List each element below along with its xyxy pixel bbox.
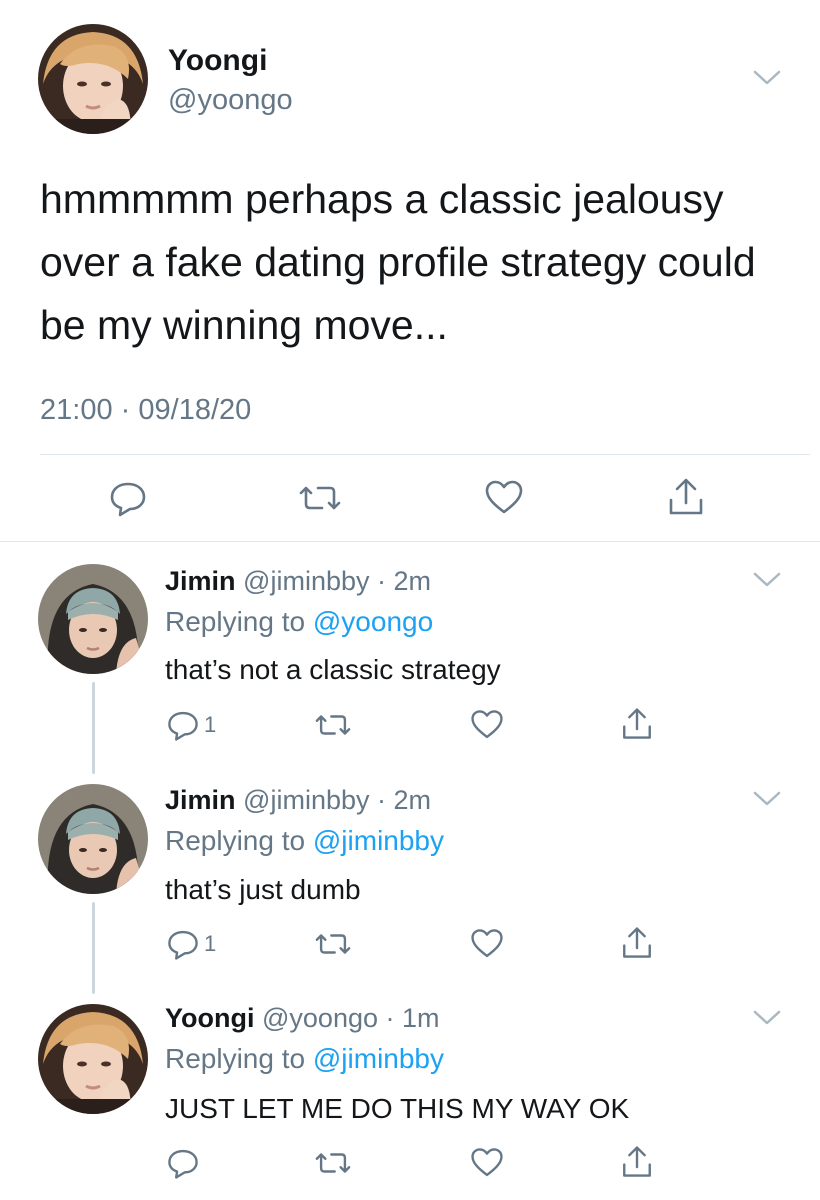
- separator: ·: [120, 394, 131, 426]
- like-icon: [470, 708, 504, 742]
- username[interactable]: @yoongo: [262, 1003, 378, 1033]
- separator: ·: [377, 785, 387, 815]
- mention-link[interactable]: @jiminbby: [313, 825, 444, 856]
- like-icon: [484, 478, 524, 518]
- divider: [40, 454, 810, 455]
- display-name[interactable]: Jimin: [165, 566, 236, 596]
- share-button[interactable]: [620, 706, 654, 742]
- display-name[interactable]: Yoongi: [165, 1003, 254, 1033]
- share-icon: [620, 706, 654, 742]
- replying-to: Replying to @yoongo: [165, 606, 433, 638]
- replying-label: Replying to: [165, 1043, 306, 1074]
- username[interactable]: @jiminbby: [243, 566, 369, 596]
- reply-icon: [166, 708, 200, 742]
- reply-text: JUST LET ME DO THIS MY WAY OK: [165, 1093, 630, 1124]
- replying-to: Replying to @jiminbby: [165, 1043, 444, 1075]
- share-button[interactable]: [666, 476, 706, 518]
- replying-label: Replying to: [165, 825, 306, 856]
- retweet-button[interactable]: [314, 708, 352, 742]
- thread-line: [92, 902, 95, 994]
- like-icon: [470, 927, 504, 961]
- retweet-button[interactable]: [314, 1146, 352, 1180]
- avatar[interactable]: [38, 1004, 148, 1114]
- reply-icon: [166, 1146, 200, 1180]
- separator: ·: [385, 1003, 395, 1033]
- tweet-date: 09/18/20: [138, 394, 252, 426]
- chevron-down-icon[interactable]: [752, 570, 782, 590]
- username[interactable]: @yoongo: [168, 84, 293, 117]
- avatar[interactable]: [38, 784, 148, 894]
- share-icon: [620, 1144, 654, 1180]
- display-name[interactable]: Jimin: [165, 785, 236, 815]
- reply-header[interactable]: Yoongi @yoongo · 1m: [165, 1003, 440, 1034]
- like-icon: [470, 1146, 504, 1180]
- reply-count: 1: [204, 712, 217, 737]
- reply-time[interactable]: 2m: [394, 566, 432, 596]
- reply-button[interactable]: [166, 1146, 204, 1180]
- replying-to: Replying to @jiminbby: [165, 825, 444, 857]
- like-button[interactable]: [484, 478, 524, 518]
- reply-count: 1: [204, 931, 217, 956]
- separator: ·: [377, 566, 387, 596]
- like-button[interactable]: [470, 927, 504, 961]
- reply-time[interactable]: 1m: [402, 1003, 440, 1033]
- avatar[interactable]: [38, 564, 148, 674]
- reply-icon: [166, 927, 200, 961]
- section-divider: [0, 541, 820, 542]
- retweet-button[interactable]: [314, 927, 352, 961]
- chevron-down-icon[interactable]: [752, 68, 782, 88]
- reply-icon: [108, 478, 148, 518]
- mention-link[interactable]: @jiminbby: [313, 1043, 444, 1074]
- replying-label: Replying to: [165, 606, 306, 637]
- mention-link[interactable]: @yoongo: [313, 606, 433, 637]
- avatar[interactable]: [38, 24, 148, 134]
- retweet-icon: [314, 927, 352, 961]
- reply-button[interactable]: 1: [166, 708, 216, 742]
- tweet-timestamp[interactable]: 21:00 · 09/18/20: [40, 394, 251, 427]
- share-icon: [666, 476, 706, 518]
- reply-button[interactable]: [108, 478, 148, 518]
- chevron-down-icon[interactable]: [752, 1008, 782, 1028]
- reply-time[interactable]: 2m: [394, 785, 432, 815]
- tweet-text: hmmmmm perhaps a classic jealousy over a…: [40, 176, 756, 348]
- display-name[interactable]: Yoongi: [168, 44, 267, 78]
- username[interactable]: @jiminbby: [243, 785, 369, 815]
- chevron-down-icon[interactable]: [752, 789, 782, 809]
- thread-line: [92, 682, 95, 774]
- tweet-time: 21:00: [40, 394, 113, 426]
- reply-header[interactable]: Jimin @jiminbby · 2m: [165, 785, 431, 816]
- retweet-icon: [314, 1146, 352, 1180]
- share-button[interactable]: [620, 1144, 654, 1180]
- retweet-icon: [314, 708, 352, 742]
- reply-text: that’s just dumb: [165, 874, 361, 905]
- retweet-button[interactable]: [298, 478, 342, 518]
- like-button[interactable]: [470, 1146, 504, 1180]
- share-button[interactable]: [620, 925, 654, 961]
- main-tweet: Yoongi @yoongo hmmmmm perhaps a classic …: [0, 0, 820, 540]
- reply-text: that’s not a classic strategy: [165, 654, 501, 685]
- like-button[interactable]: [470, 708, 504, 742]
- reply-button[interactable]: 1: [166, 927, 216, 961]
- share-icon: [620, 925, 654, 961]
- reply-header[interactable]: Jimin @jiminbby · 2m: [165, 566, 431, 597]
- retweet-icon: [298, 478, 342, 518]
